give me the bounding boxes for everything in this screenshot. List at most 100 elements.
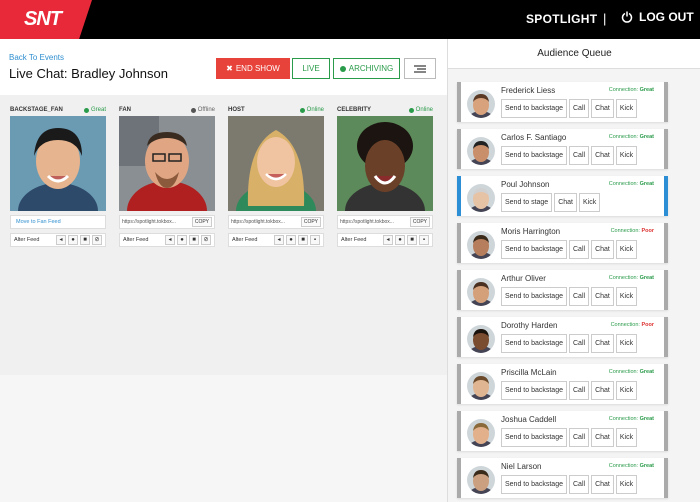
chat-button[interactable]: Chat: [591, 381, 614, 400]
archiving-button[interactable]: ARCHIVING: [333, 58, 400, 79]
chat-button[interactable]: Chat: [591, 475, 614, 494]
move-to-fan-feed-link[interactable]: Move to Fan Feed: [10, 215, 106, 229]
chat-button[interactable]: Chat: [591, 334, 614, 353]
queue-item[interactable]: Carlos F. Santiago Connection: Great Send …: [457, 129, 668, 169]
volume-icon[interactable]: ◂: [274, 235, 284, 245]
send-to-backstage-button[interactable]: Send to backstage: [501, 475, 567, 494]
block-icon[interactable]: ⊘: [92, 235, 102, 245]
person-video-image: [337, 116, 433, 211]
alter-feed-label[interactable]: Alter Feed: [341, 237, 381, 243]
send-to-backstage-button[interactable]: Send to backstage: [501, 99, 567, 118]
logo-area: SNT: [0, 0, 92, 39]
queue-item[interactable]: Frederick Liess Connection: Great Send to …: [457, 82, 668, 122]
queue-user-name: Poul Johnson: [501, 180, 550, 189]
queue-item[interactable]: Moris Harrington Connection: Poor Send to …: [457, 223, 668, 263]
main-panel: Back To Events Live Chat: Bradley Johnso…: [0, 39, 447, 502]
queue-item[interactable]: Arthur Oliver Connection: Great Send to ba…: [457, 270, 668, 310]
chat-button[interactable]: Chat: [591, 287, 614, 306]
volume-icon[interactable]: ◂: [56, 235, 66, 245]
connection-quality: Great: [639, 87, 654, 93]
send-to-backstage-button[interactable]: Send to backstage: [501, 428, 567, 447]
feed-controls: Alter Feed ◂ ● ■ ⊘: [10, 233, 106, 247]
celebrity-url-field[interactable]: https://spotlight.tokbox... COPY: [337, 215, 433, 229]
connection-quality: Great: [639, 416, 654, 422]
connection-quality: Great: [639, 134, 654, 140]
call-button[interactable]: Call: [569, 240, 590, 259]
queue-item[interactable]: Poul Johnson Connection: Great Send to sta…: [457, 176, 668, 216]
chat-icon[interactable]: ▪: [310, 235, 320, 245]
logout-button[interactable]: LOG OUT: [621, 10, 694, 24]
microphone-icon[interactable]: ●: [395, 235, 405, 245]
copy-button[interactable]: COPY: [409, 217, 430, 227]
kick-button[interactable]: Kick: [615, 475, 638, 494]
host-url-field[interactable]: https://spotlight.tokbox... COPY: [228, 215, 324, 229]
queue-actions: Send to backstage Call Chat Kick: [501, 475, 638, 494]
queue-item[interactable]: Dorothy Harden Connection: Poor Send to ba…: [457, 317, 668, 357]
queue-item[interactable]: Priscilla McLain Connection: Great Send to…: [457, 364, 668, 404]
chat-button[interactable]: Chat: [591, 428, 614, 447]
queue-user-name: Priscilla McLain: [501, 368, 557, 377]
alter-feed-label[interactable]: Alter Feed: [232, 237, 272, 243]
queue-user-name: Joshua Caddell: [501, 415, 557, 424]
kick-button[interactable]: Kick: [615, 240, 638, 259]
kick-button[interactable]: Kick: [615, 146, 638, 165]
call-button[interactable]: Call: [569, 475, 590, 494]
volume-icon[interactable]: ◂: [383, 235, 393, 245]
call-button[interactable]: Call: [569, 287, 590, 306]
send-to-backstage-button[interactable]: Send to backstage: [501, 381, 567, 400]
connection-status: Connection: Great: [609, 463, 654, 469]
show-header: Back To Events Live Chat: Bradley Johnso…: [0, 39, 447, 95]
back-to-events-link[interactable]: Back To Events: [9, 53, 64, 62]
send-to-backstage-button[interactable]: Send to backstage: [501, 146, 567, 165]
call-button[interactable]: Call: [569, 146, 590, 165]
list-icon: [414, 64, 426, 73]
end-show-button[interactable]: ✖ END SHOW: [216, 58, 290, 79]
connection-label: Connection:: [608, 416, 639, 422]
video-feed: [337, 116, 433, 211]
kick-button[interactable]: Kick: [615, 334, 638, 353]
feed-status: Offline: [190, 107, 215, 113]
connection-quality: Poor: [641, 228, 654, 234]
volume-icon[interactable]: ◂: [165, 235, 175, 245]
chat-icon[interactable]: ▪: [419, 235, 429, 245]
kick-button[interactable]: Kick: [615, 381, 638, 400]
microphone-icon[interactable]: ●: [68, 235, 78, 245]
audience-queue-title: Audience Queue: [448, 39, 700, 69]
alter-feed-label[interactable]: Alter Feed: [123, 237, 163, 243]
call-button[interactable]: Call: [569, 334, 590, 353]
microphone-icon[interactable]: ●: [177, 235, 187, 245]
camera-icon[interactable]: ■: [189, 235, 199, 245]
call-button[interactable]: Call: [569, 99, 590, 118]
call-button[interactable]: Call: [569, 381, 590, 400]
chat-button[interactable]: Chat: [591, 146, 614, 165]
copy-button[interactable]: COPY: [300, 217, 321, 227]
camera-icon[interactable]: ■: [298, 235, 308, 245]
live-button[interactable]: LIVE: [292, 58, 330, 79]
send-to-backstage-button[interactable]: Send to backstage: [501, 334, 567, 353]
copy-button[interactable]: COPY: [191, 217, 212, 227]
send-to-backstage-button[interactable]: Send to backstage: [501, 240, 567, 259]
send-to-stage-button[interactable]: Send to stage: [501, 193, 553, 212]
person-video-image: [10, 116, 106, 211]
camera-icon[interactable]: ■: [407, 235, 417, 245]
kick-button[interactable]: Kick: [615, 287, 638, 306]
chat-button[interactable]: Chat: [554, 193, 577, 212]
queue-item[interactable]: Niel Larson Connection: Great Send to back…: [457, 458, 668, 498]
kick-button[interactable]: Kick: [579, 193, 601, 212]
chat-button[interactable]: Chat: [591, 99, 614, 118]
block-icon[interactable]: ⊘: [201, 235, 211, 245]
queue-item[interactable]: Joshua Caddell Connection: Great Send to b…: [457, 411, 668, 451]
person-video-image: [119, 116, 215, 211]
avatar: [467, 278, 495, 306]
kick-button[interactable]: Kick: [615, 428, 638, 447]
call-button[interactable]: Call: [569, 428, 590, 447]
send-to-backstage-button[interactable]: Send to backstage: [501, 287, 567, 306]
microphone-icon[interactable]: ●: [286, 235, 296, 245]
fan-url-field[interactable]: https://spotlight.tokbox... COPY: [119, 215, 215, 229]
alter-feed-label[interactable]: Alter Feed: [14, 237, 54, 243]
chat-button[interactable]: Chat: [591, 240, 614, 259]
camera-icon[interactable]: ■: [80, 235, 90, 245]
kick-button[interactable]: Kick: [615, 99, 638, 118]
connection-label: Connection:: [610, 322, 640, 328]
menu-button[interactable]: [404, 58, 436, 79]
